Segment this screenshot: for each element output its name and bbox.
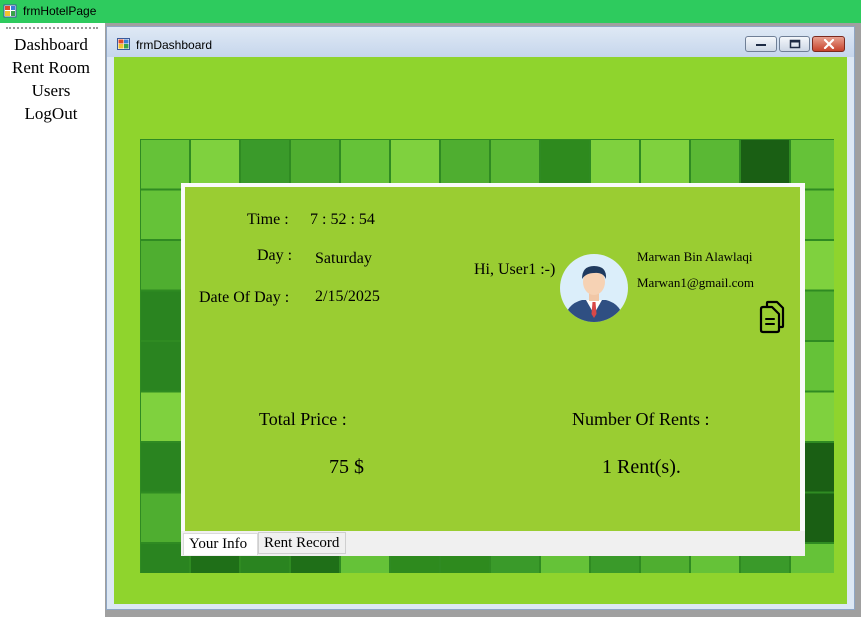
background-tile (591, 140, 639, 189)
main-menu: Dashboard Rent Room Users LogOut (0, 23, 105, 617)
user-name: Marwan Bin Alawlaqi (637, 249, 753, 264)
menu-grip[interactable] (6, 27, 98, 29)
tab-rent-record[interactable]: Rent Record (258, 532, 346, 554)
day-label: Day : (257, 247, 293, 264)
total-price-label: Total Price : (259, 409, 347, 429)
user-avatar (560, 254, 628, 322)
dashboard-window-title: frmDashboard (136, 38, 213, 52)
tab-strip: Your Info Rent Record (181, 531, 805, 556)
background-tile (141, 140, 189, 189)
dashboard-window: frmDashboard Time : 7 : 52 : 54 Day: Sa… (106, 26, 855, 610)
outer-title-bar: frmHotelPage (0, 0, 861, 23)
background-tile (791, 140, 834, 189)
background-tile (341, 140, 389, 189)
background-tile (241, 140, 289, 189)
menu-item-rent-room[interactable]: Rent Room (0, 58, 102, 78)
menu-item-logout[interactable]: LogOut (0, 104, 102, 124)
close-icon (813, 37, 844, 51)
time-label: Time : (247, 211, 289, 228)
rents-count-value: 1 Rent(s). (602, 456, 681, 478)
background-tile (191, 140, 239, 189)
app-icon (117, 38, 130, 50)
background-tile (491, 140, 539, 189)
date-label: Date Of Day : (199, 289, 290, 306)
day-value: Saturday (315, 250, 372, 267)
background-tile (741, 140, 789, 189)
restore-icon (780, 37, 809, 51)
background-tile (291, 140, 339, 189)
dashboard-title-bar[interactable]: frmDashboard (107, 27, 854, 57)
user-email: Marwan1@gmail.com (637, 275, 755, 290)
menu-item-dashboard[interactable]: Dashboard (0, 35, 102, 55)
background-tile (441, 140, 489, 189)
total-price-value: 75 $ (329, 456, 364, 478)
app-icon (3, 4, 17, 18)
background-tile (541, 140, 589, 189)
background-tile (691, 140, 739, 189)
close-button[interactable] (812, 36, 845, 52)
date-value: 2/15/2025 (315, 288, 380, 305)
menu-item-users[interactable]: Users (0, 81, 102, 101)
time-value: 7 : 52 : 54 (310, 211, 375, 228)
user-info-content: Time : 7 : 52 : 54 Day : Saturday Date O… (185, 187, 800, 531)
minimize-button[interactable] (745, 36, 777, 52)
greeting-text: Hi, User1 :-) (474, 261, 556, 278)
copy-icon[interactable] (758, 300, 788, 334)
minimize-icon (746, 37, 776, 51)
user-info-panel: Time : 7 : 52 : 54 Day : Saturday Date O… (181, 183, 805, 556)
maximize-button[interactable] (779, 36, 810, 52)
background-tile (641, 140, 689, 189)
tab-your-info[interactable]: Your Info (183, 533, 258, 555)
rents-count-label: Number Of Rents : (572, 409, 710, 429)
dashboard-client-area: Time : 7 : 52 : 54 Day : Saturday Date O… (114, 57, 847, 604)
outer-window-title: frmHotelPage (23, 4, 97, 18)
background-tile (391, 140, 439, 189)
